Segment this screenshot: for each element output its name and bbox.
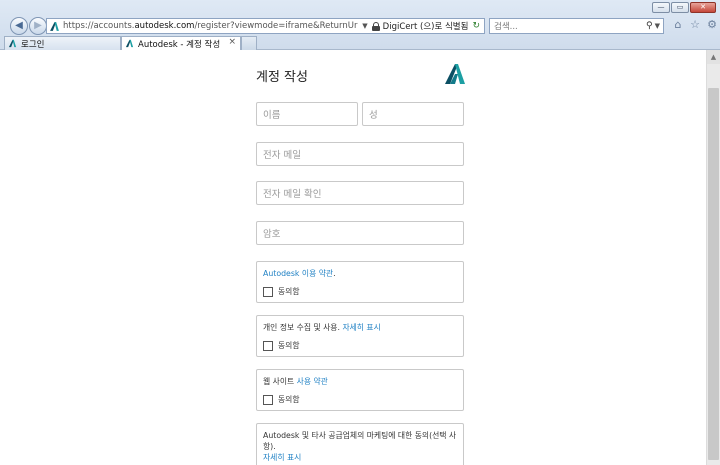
privacy-agree-row[interactable]: 동의함	[263, 340, 457, 351]
marketing-box: Autodesk 및 타사 공급업체의 마케팅에 대한 동의(선택 사항). 자세…	[256, 423, 464, 465]
lock-icon[interactable]	[371, 21, 380, 31]
close-icon[interactable]: ×	[228, 37, 236, 47]
address-url: https://accounts.autodesk.com/register?v…	[63, 21, 358, 31]
autodesk-favicon-icon	[50, 21, 59, 31]
page-title: 계정 작성	[256, 70, 308, 85]
scroll-up-icon[interactable]: ▲	[707, 50, 720, 64]
forward-button[interactable]: ▶	[29, 17, 47, 35]
back-button[interactable]: ◀	[10, 17, 28, 35]
terms-agree-row[interactable]: 동의함	[263, 286, 457, 297]
browser-chrome: — ▭ ✕ ◀ ▶ https://accounts.autodesk.com/…	[0, 0, 720, 50]
new-tab-button[interactable]	[241, 36, 257, 50]
autodesk-favicon-icon	[125, 39, 134, 48]
terms-box: Autodesk 이용 약관. 동의함	[256, 261, 464, 303]
password-input[interactable]: 암호	[256, 221, 464, 245]
website-terms-link[interactable]: 사용 약관	[297, 377, 328, 386]
privacy-more-link[interactable]: 자세히 표시	[342, 323, 380, 332]
search-input[interactable]: 검색...	[494, 20, 646, 32]
gear-icon[interactable]: ⚙	[706, 18, 718, 32]
maximize-button[interactable]: ▭	[671, 2, 689, 13]
tab-create-account[interactable]: Autodesk - 계정 작성 ×	[121, 36, 241, 50]
website-terms-box: 웹 사이트 사용 약관 동의함	[256, 369, 464, 411]
terms-text: Autodesk 이용 약관.	[263, 269, 336, 278]
website-agree-row[interactable]: 동의함	[263, 394, 457, 405]
address-bar[interactable]: https://accounts.autodesk.com/register?v…	[46, 18, 485, 34]
terms-link[interactable]: Autodesk 이용 약관	[263, 269, 333, 278]
marketing-text: Autodesk 및 타사 공급업체의 마케팅에 대한 동의(선택 사항). 자세…	[263, 431, 457, 462]
close-button[interactable]: ✕	[690, 2, 716, 13]
star-icon[interactable]: ☆	[689, 18, 701, 32]
search-box[interactable]: 검색... ⚲ ▼	[489, 18, 664, 34]
tab-label: Autodesk - 계정 작성	[138, 39, 221, 50]
tab-strip: 로그인 Autodesk - 계정 작성 ×	[0, 36, 720, 50]
last-name-input[interactable]: 성	[362, 102, 464, 126]
privacy-checkbox[interactable]	[263, 340, 273, 351]
website-text: 웹 사이트 사용 약관	[263, 377, 328, 386]
first-name-input[interactable]: 이름	[256, 102, 358, 126]
autodesk-logo-icon	[445, 64, 465, 84]
email-input[interactable]: 전자 메일	[256, 142, 464, 166]
page-viewport: 계정 작성 이름 성 전자 메일 전자 메일 확인 암호 Autodesk 이용…	[0, 50, 706, 465]
home-icon[interactable]: ⌂	[672, 18, 684, 32]
privacy-agree-label[interactable]: 동의함	[278, 340, 300, 351]
tab-label: 로그인	[21, 39, 45, 50]
toolbar-icons: ⌂ ☆ ⚙	[672, 18, 718, 32]
refresh-icon[interactable]: ↻	[472, 21, 480, 31]
minimize-button[interactable]: —	[652, 2, 670, 13]
privacy-text: 개인 정보 수집 및 사용. 자세히 표시	[263, 323, 381, 332]
terms-agree-label[interactable]: 동의함	[278, 286, 300, 297]
certificate-label[interactable]: DigiCert (으)로 식별됨	[383, 20, 469, 32]
chevron-down-icon[interactable]: ▼	[655, 22, 660, 30]
marketing-more-link[interactable]: 자세히 표시	[263, 453, 301, 462]
terms-checkbox[interactable]	[263, 286, 273, 297]
scroll-thumb[interactable]	[708, 88, 719, 460]
chevron-down-icon[interactable]: ▼	[362, 22, 367, 30]
website-agree-label[interactable]: 동의함	[278, 394, 300, 405]
window-controls: — ▭ ✕	[652, 2, 716, 13]
website-checkbox[interactable]	[263, 394, 273, 405]
autodesk-favicon-icon	[8, 39, 17, 48]
privacy-box: 개인 정보 수집 및 사용. 자세히 표시 동의함	[256, 315, 464, 357]
vertical-scrollbar[interactable]: ▲	[706, 50, 720, 465]
email-confirm-input[interactable]: 전자 메일 확인	[256, 181, 464, 205]
tab-login[interactable]: 로그인	[4, 36, 121, 50]
search-icon[interactable]: ⚲	[646, 21, 653, 31]
